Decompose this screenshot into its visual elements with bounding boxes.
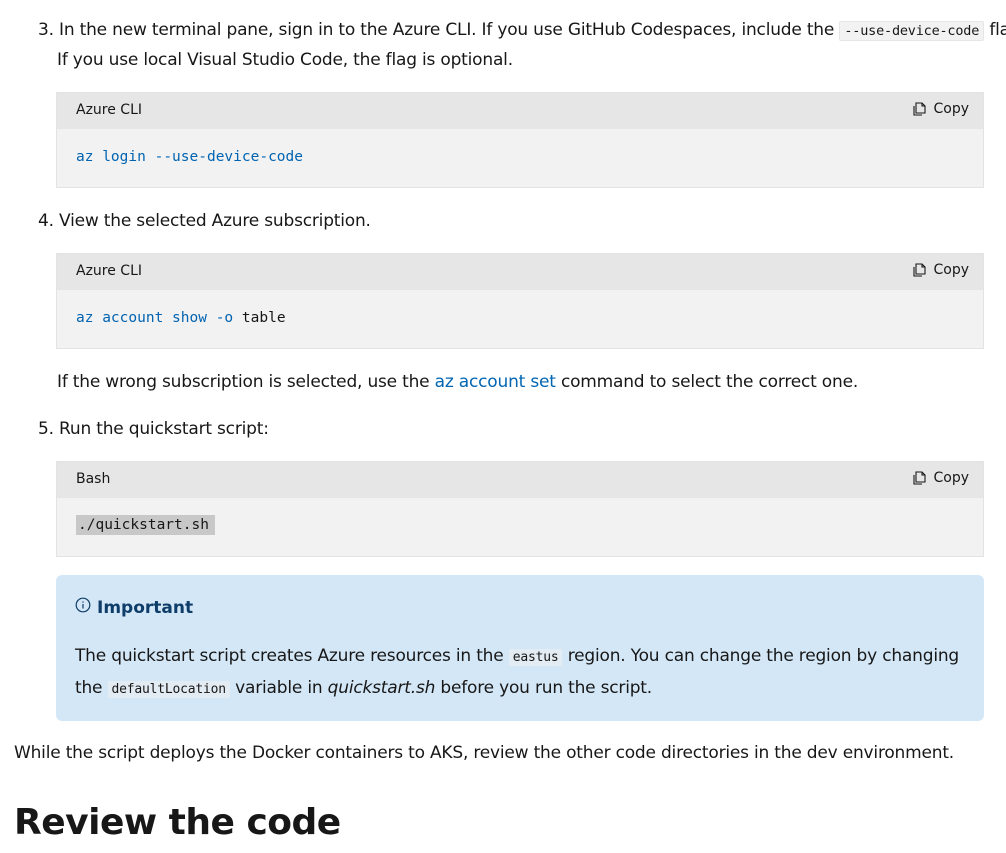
alert-italic-filename: quickstart.sh — [327, 678, 436, 698]
step-4-note: If the wrong subscription is selected, u… — [57, 367, 858, 397]
code-content: az account show -o table — [76, 310, 286, 326]
copy-label: Copy — [933, 262, 969, 278]
code-token: show — [172, 310, 207, 326]
code-language-label: Azure CLI — [76, 102, 143, 118]
code-block: Azure CLI Copy az login --use-device-cod… — [56, 92, 984, 188]
code-content: az login --use-device-code — [76, 149, 303, 165]
code-language-label: Azure CLI — [76, 263, 143, 279]
step-number: 5. — [38, 419, 54, 439]
step-4-line: 4. View the selected Azure subscription. — [38, 206, 371, 236]
code-token: -o — [215, 310, 234, 326]
code-language-label: Bash — [76, 471, 111, 487]
code-token: account — [102, 310, 164, 326]
copy-button[interactable]: Copy — [912, 262, 969, 278]
step-number: 3. — [38, 20, 54, 40]
code-token: login — [102, 149, 146, 165]
code-block-header: Bash Copy — [57, 462, 983, 498]
copy-icon — [912, 471, 927, 485]
step-3-line-1: 3. In the new terminal pane, sign in to … — [38, 15, 1006, 46]
step-text: View the selected Azure subscription. — [59, 211, 371, 231]
code-block: Bash Copy ./quickstart.sh — [56, 461, 984, 557]
step-text: Run the quickstart script: — [59, 419, 269, 439]
alert-title: Important — [75, 597, 193, 618]
code-block-header: Azure CLI Copy — [57, 93, 983, 129]
alert-text: The quickstart script creates Azure reso… — [75, 641, 965, 705]
info-icon — [75, 597, 91, 618]
section-heading: Review the code — [14, 802, 341, 843]
alert-text-part: variable in — [235, 678, 323, 698]
copy-icon — [912, 102, 927, 116]
code-token: ./quickstart.sh — [76, 515, 215, 535]
code-token: --use-device-code — [154, 149, 303, 165]
alert-title-text: Important — [97, 597, 194, 618]
copy-button[interactable]: Copy — [912, 101, 969, 117]
copy-label: Copy — [933, 101, 969, 117]
copy-button[interactable]: Copy — [912, 470, 969, 486]
code-token: az — [76, 310, 94, 326]
note-text: command to select the correct one. — [560, 372, 859, 392]
step-number: 4. — [38, 211, 54, 231]
important-alert: Important The quickstart script creates … — [56, 575, 984, 721]
code-token: table — [241, 310, 286, 326]
inline-code: defaultLocation — [107, 681, 230, 698]
alert-text-part: before you run the script. — [440, 678, 652, 698]
code-token: az — [76, 149, 94, 165]
inline-code: eastus — [508, 649, 563, 666]
step-5-line: 5. Run the quickstart script: — [38, 414, 269, 444]
code-block-header: Azure CLI Copy — [57, 254, 983, 290]
step-text: flag. — [989, 20, 1006, 40]
step-3-line-2: If you use local Visual Studio Code, the… — [57, 50, 513, 70]
inline-code: --use-device-code — [839, 21, 985, 41]
alert-text-part: The quickstart script creates Azure reso… — [75, 646, 504, 666]
code-block: Azure CLI Copy az account show -o table — [56, 253, 984, 349]
copy-icon — [912, 263, 927, 277]
copy-label: Copy — [933, 470, 969, 486]
code-content: ./quickstart.sh — [76, 515, 215, 535]
az-account-set-link[interactable]: az account set — [435, 372, 556, 392]
body-paragraph: While the script deploys the Docker cont… — [14, 743, 954, 763]
note-text: If the wrong subscription is selected, u… — [57, 372, 430, 392]
step-text: In the new terminal pane, sign in to the… — [59, 20, 835, 40]
